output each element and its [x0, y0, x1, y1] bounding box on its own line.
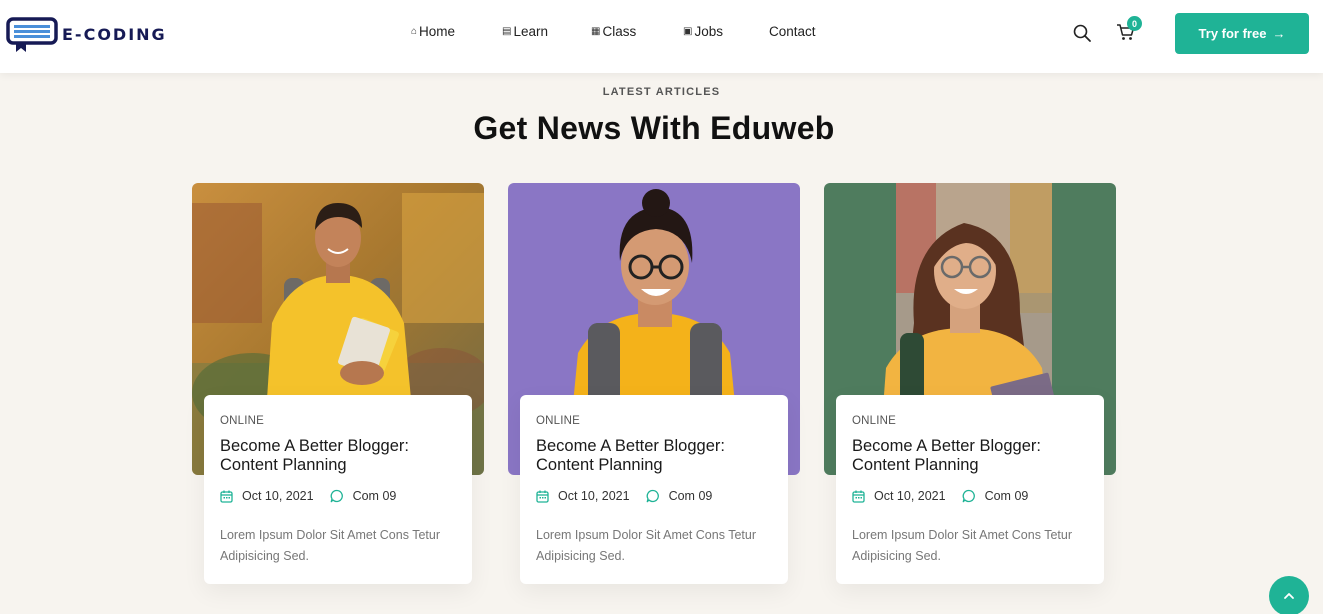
article-card: ONLINE Become A Better Blogger: Content …: [520, 395, 788, 584]
article-excerpt: Lorem Ipsum Dolor Sit Amet Cons Tetur Ad…: [536, 528, 756, 563]
article-card: ONLINE Become A Better Blogger: Content …: [204, 395, 472, 584]
article-comments-text: Com 09: [668, 489, 713, 503]
home-icon: ⌂: [411, 26, 418, 37]
article-comments[interactable]: Com 09: [646, 489, 713, 503]
nav-label: Learn: [513, 24, 548, 39]
comment-icon: [646, 489, 659, 503]
search-icon: [1073, 24, 1091, 42]
nav-item-learn[interactable]: ▤ Learn: [502, 24, 548, 39]
article-category[interactable]: ONLINE: [536, 415, 772, 427]
article-category[interactable]: ONLINE: [852, 415, 1088, 427]
nav-item-class[interactable]: ▦ Class: [591, 24, 636, 39]
comment-icon: [962, 489, 975, 503]
article-date-text: Oct 10, 2021: [242, 489, 314, 503]
article-date: Oct 10, 2021: [536, 489, 630, 503]
nav-label: Home: [419, 24, 456, 39]
article-category[interactable]: ONLINE: [220, 415, 456, 427]
nav-item-contact[interactable]: Contact: [769, 24, 816, 39]
comment-icon: [330, 489, 343, 503]
article-comments[interactable]: Com 09: [962, 489, 1029, 503]
article-card: ONLINE Become A Better Blogger: Content …: [836, 395, 1104, 584]
cta-label: Try for free: [1198, 26, 1267, 41]
article-title[interactable]: Become A Better Blogger: Content Plannin…: [220, 437, 456, 475]
article-meta: Oct 10, 2021 Com 09: [536, 489, 772, 503]
article-comments-text: Com 09: [984, 489, 1029, 503]
cart-count-badge: 0: [1127, 16, 1142, 31]
article-title[interactable]: Become A Better Blogger: Content Plannin…: [852, 437, 1088, 475]
nav-item-jobs[interactable]: ▣ Jobs: [683, 24, 723, 39]
scroll-to-top-button[interactable]: [1269, 576, 1309, 614]
article-meta: Oct 10, 2021 Com 09: [852, 489, 1088, 503]
article-excerpt: Lorem Ipsum Dolor Sit Amet Cons Tetur Ad…: [220, 528, 440, 563]
article-date: Oct 10, 2021: [220, 489, 314, 503]
calendar-icon: [536, 490, 549, 503]
section-title: Get News With Eduweb: [473, 110, 835, 146]
chevron-up-icon: [1284, 593, 1294, 599]
calendar-icon: [852, 490, 865, 503]
search-button[interactable]: [1072, 23, 1092, 43]
nav-label: Contact: [769, 24, 816, 39]
calendar-icon: [220, 490, 233, 503]
article-title[interactable]: Become A Better Blogger: Content Plannin…: [536, 437, 772, 475]
article-date-text: Oct 10, 2021: [874, 489, 946, 503]
briefcase-icon: ▣: [683, 26, 693, 37]
nav-label: Class: [602, 24, 637, 39]
nav-item-home[interactable]: ⌂ Home: [411, 24, 455, 39]
article-excerpt: Lorem Ipsum Dolor Sit Amet Cons Tetur Ad…: [852, 528, 1072, 563]
article-comments[interactable]: Com 09: [330, 489, 397, 503]
site-header: E-CODING ⌂ Home ▤ Learn ▦ Class ▣ Jobs C…: [0, 0, 1323, 73]
article-meta: Oct 10, 2021 Com 09: [220, 489, 456, 503]
class-icon: ▦: [591, 26, 601, 37]
nav-label: Jobs: [694, 24, 723, 39]
article-date: Oct 10, 2021: [852, 489, 946, 503]
book-icon: ▤: [502, 26, 512, 37]
article-comments-text: Com 09: [352, 489, 397, 503]
try-for-free-button[interactable]: Try for free →: [1175, 13, 1309, 54]
article-date-text: Oct 10, 2021: [558, 489, 630, 503]
arrow-right-icon: →: [1272, 26, 1286, 41]
section-eyebrow: LATEST ARTICLES: [602, 86, 721, 98]
